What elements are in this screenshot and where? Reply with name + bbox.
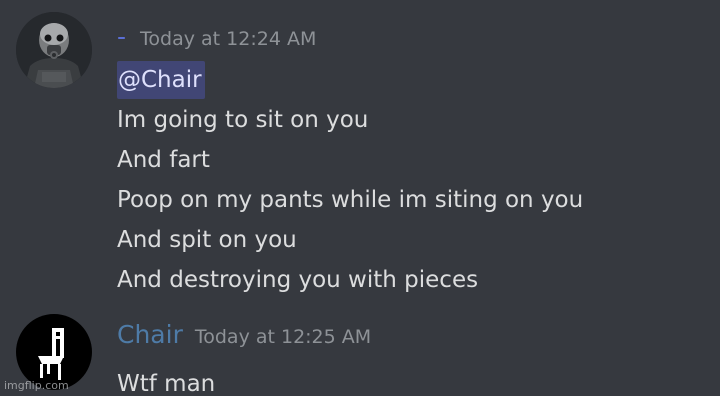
message-line: And spit on you — [117, 227, 297, 253]
message-content: Wtf man — [117, 364, 215, 396]
message-header: Chair Today at 12:25 AM — [117, 320, 371, 352]
message-line: @Chair — [117, 60, 583, 100]
message-line: And fart — [117, 147, 210, 173]
timestamp: Today at 12:25 AM — [194, 326, 372, 348]
user-mention[interactable]: @Chair — [117, 61, 205, 99]
masked-soldier-avatar-icon — [16, 12, 92, 88]
message-content: @Chair Im going to sit on you And fart P… — [117, 60, 583, 300]
chat-pane: - Today at 12:24 AM @Chair Im going to s… — [0, 0, 720, 396]
watermark: imgflip.com — [4, 379, 69, 392]
user-avatar[interactable] — [16, 12, 92, 88]
username[interactable]: Chair — [117, 320, 183, 350]
message-line: Poop on my pants while im siting on you — [117, 187, 584, 213]
message-line: Im going to sit on you — [117, 107, 369, 133]
message-header: - Today at 12:24 AM — [117, 22, 316, 54]
timestamp: Today at 12:24 AM — [140, 28, 317, 50]
message-line: And destroying you with pieces — [117, 267, 479, 293]
message-line: Wtf man — [117, 371, 216, 396]
username[interactable]: - — [117, 22, 126, 52]
